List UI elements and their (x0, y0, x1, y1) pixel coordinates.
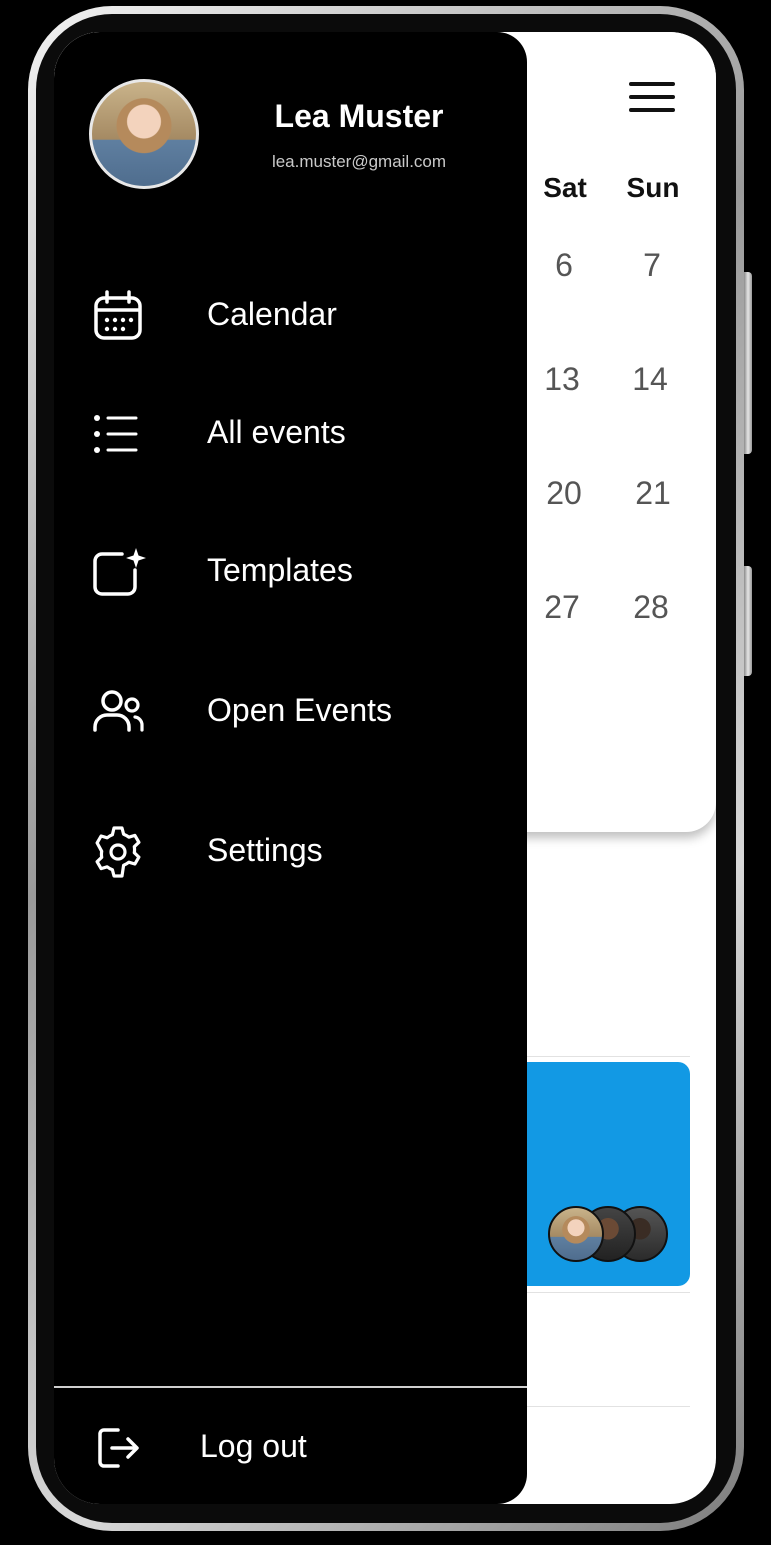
calendar-day[interactable]: 13 (522, 361, 602, 398)
menu-label: All events (207, 414, 346, 450)
menu-label: Settings (207, 832, 323, 868)
phone-side-button (744, 272, 752, 454)
day-header-sun: Sun (626, 172, 680, 203)
menu-label: Calendar (207, 296, 337, 332)
hamburger-menu-icon[interactable] (629, 82, 675, 112)
gear-icon (95, 826, 141, 878)
menu-label: Open Events (207, 692, 392, 728)
calendar-icon (94, 290, 142, 340)
calendar-day[interactable]: 28 (611, 589, 691, 626)
calendar-day[interactable]: 27 (522, 589, 602, 626)
calendar-day[interactable]: 7 (612, 247, 692, 284)
participant-avatar (548, 1206, 604, 1262)
calendar-day[interactable]: 21 (613, 475, 693, 512)
calendar-day[interactable]: 6 (524, 247, 604, 284)
users-icon (93, 690, 144, 732)
phone-side-button (744, 566, 752, 676)
list-icon (94, 415, 138, 453)
menu-item-open-events[interactable]: Open Events (54, 672, 527, 752)
menu-item-calendar[interactable]: Calendar (54, 276, 527, 356)
drawer-divider (54, 1386, 527, 1388)
logout-button[interactable]: Log out (54, 1408, 527, 1488)
profile-email: lea.muster@gmail.com (271, 152, 447, 171)
menu-item-all-events[interactable]: All events (54, 394, 527, 474)
calendar-day[interactable]: 14 (610, 361, 690, 398)
menu-item-templates[interactable]: Templates (54, 532, 527, 612)
logout-icon (98, 1428, 139, 1468)
profile-name: Lea Muster (274, 98, 444, 134)
menu-label: Templates (207, 552, 353, 588)
navigation-drawer: Lea Muster lea.muster@gmail.com Calendar… (54, 32, 527, 1504)
profile-avatar[interactable] (89, 79, 199, 189)
template-sparkle-icon (93, 548, 146, 596)
day-header-sat: Sat (543, 172, 587, 203)
calendar-day[interactable]: 20 (524, 475, 604, 512)
menu-item-settings[interactable]: Settings (54, 812, 527, 892)
logout-label: Log out (200, 1428, 307, 1464)
